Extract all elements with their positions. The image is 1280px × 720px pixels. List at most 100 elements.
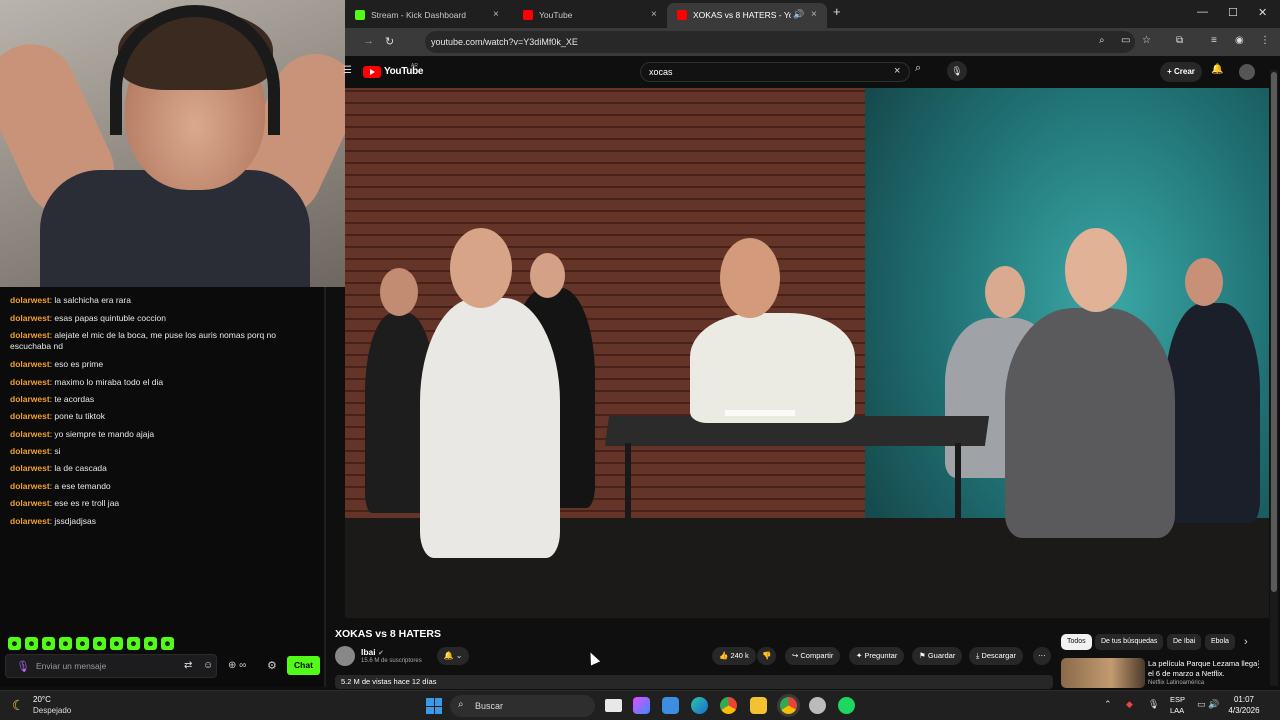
chip-from-ibai[interactable]: De Ibai (1167, 634, 1202, 650)
youtube-logo-icon[interactable] (363, 66, 381, 78)
chat-send-button[interactable]: Chat (287, 656, 320, 675)
chat-username[interactable]: dolarwest (10, 394, 50, 404)
chat-username[interactable]: dolarwest (10, 516, 50, 526)
tab-youtube[interactable]: YouTube × (513, 3, 661, 28)
chrome-active-icon[interactable] (780, 697, 797, 714)
file-explorer-icon[interactable] (750, 697, 767, 714)
maximize-icon[interactable]: ☐ (1228, 6, 1238, 19)
like-button[interactable]: 👍 240 k (712, 647, 756, 665)
video-player[interactable] (345, 88, 1269, 618)
channel-avatar[interactable] (335, 646, 355, 666)
hamburger-icon[interactable]: ☰ (343, 65, 352, 76)
voice-search-icon[interactable]: 🎙 (947, 61, 967, 81)
extensions-icon[interactable]: ⧉ (1176, 35, 1183, 46)
save-button[interactable]: ⚑ Guardar (912, 647, 963, 665)
close-tab-icon[interactable]: × (651, 9, 657, 20)
recommendation-title[interactable]: La película Parque Lezama llega el 6 de … (1148, 659, 1258, 679)
chat-tools-icon[interactable]: ⊕ ∞ (228, 660, 246, 671)
clock-date[interactable]: 4/3/2026 (1220, 706, 1268, 715)
edge-icon[interactable] (691, 697, 708, 714)
chat-username[interactable]: dolarwest (10, 359, 50, 369)
weather-description[interactable]: Despejado (33, 706, 71, 715)
input-language[interactable]: ESP (1170, 695, 1185, 704)
dislike-button[interactable]: 👎 (757, 647, 777, 665)
clock-time[interactable]: 01:07 (1220, 695, 1268, 704)
clear-search-icon[interactable]: × (894, 65, 900, 77)
chat-username[interactable]: dolarwest (10, 411, 50, 421)
chrome-icon[interactable] (720, 697, 737, 714)
spotify-icon[interactable] (838, 697, 855, 714)
gear-icon[interactable]: ⚙ (267, 659, 277, 672)
windows-start-icon[interactable] (426, 698, 442, 714)
emote-icon[interactable]: ☻ (127, 637, 140, 650)
chat-username[interactable]: dolarwest (10, 498, 50, 508)
tray-chevron-up-icon[interactable]: ⌃ (1104, 699, 1112, 710)
url-field[interactable]: youtube.com/watch?v=Y3diMf0k_XE (425, 31, 1135, 53)
chip-all[interactable]: Todos (1061, 634, 1092, 650)
chat-username[interactable]: dolarwest (10, 429, 50, 439)
avatar[interactable] (1239, 64, 1255, 80)
share-button[interactable]: ↪ Compartir (785, 647, 841, 665)
minimize-icon[interactable]: — (1197, 6, 1208, 18)
emoji-icon[interactable]: ☺ (203, 660, 213, 671)
menu-icon[interactable]: ⋮ (1260, 35, 1270, 46)
bookmark-star-icon[interactable]: ☆ (1142, 35, 1151, 46)
audio-playing-icon[interactable]: 🔊 (793, 9, 804, 20)
chat-username[interactable]: dolarwest (10, 313, 50, 323)
copilot-icon[interactable] (633, 697, 650, 714)
channel-name[interactable]: Ibai ✔ (361, 647, 384, 657)
emote-icon[interactable]: ☻ (93, 637, 106, 650)
moon-weather-icon[interactable]: ☾ (12, 697, 25, 714)
taskbar-search[interactable]: ⌕ Buscar (450, 695, 595, 717)
emote-icon[interactable]: ☻ (8, 637, 21, 650)
search-icon[interactable]: ⌕ (915, 62, 921, 75)
search-input[interactable]: xocas × (640, 62, 910, 82)
chat-message-input[interactable]: 🎙 Enviar un mensaje ⇄ ☺ (5, 654, 217, 678)
store-icon[interactable] (662, 697, 679, 714)
chip-from-searches[interactable]: De tus búsquedas (1095, 634, 1164, 650)
microphone-icon[interactable]: 🎙 (16, 660, 30, 673)
emote-icon[interactable]: ☻ (76, 637, 89, 650)
chat-username[interactable]: dolarwest (10, 481, 50, 491)
cast-icon[interactable]: ▭ (1121, 35, 1130, 46)
chat-username[interactable]: dolarwest (10, 446, 50, 456)
close-tab-icon[interactable]: × (811, 9, 817, 20)
create-button[interactable]: + Crear (1160, 62, 1202, 82)
network-volume-icon[interactable]: ▭ 🔊 (1197, 699, 1219, 710)
chevron-right-icon[interactable]: › (1244, 636, 1248, 648)
chat-username[interactable]: dolarwest (10, 463, 50, 473)
translate-icon[interactable]: ⇄ (184, 660, 192, 671)
close-window-icon[interactable]: ✕ (1258, 6, 1267, 19)
zoom-icon[interactable]: ⌕ (1099, 35, 1105, 46)
tab-kick-dashboard[interactable]: Stream - Kick Dashboard × (345, 3, 510, 28)
task-view-icon[interactable] (605, 699, 622, 712)
input-layout[interactable]: LAA (1170, 706, 1184, 715)
emote-icon[interactable]: ☻ (110, 637, 123, 650)
more-vert-icon[interactable]: ⋮ (1254, 659, 1263, 670)
ask-button[interactable]: ✦ Preguntar (849, 647, 905, 665)
tray-app-icon[interactable]: ◆ (1126, 699, 1133, 710)
obs-icon[interactable] (809, 697, 826, 714)
new-tab-icon[interactable]: + (833, 4, 841, 19)
recommendation-thumbnail[interactable] (1061, 658, 1145, 688)
emote-icon[interactable]: ☻ (59, 637, 72, 650)
forward-icon[interactable]: → (363, 35, 374, 47)
subscription-bell-button[interactable]: 🔔 ⌄ (437, 647, 469, 665)
video-description[interactable]: 5.2 M de vistas hace 12 días (335, 675, 1053, 689)
chat-username[interactable]: dolarwest (10, 330, 50, 340)
close-tab-icon[interactable]: × (493, 9, 499, 20)
profile-icon[interactable]: ◉ (1235, 35, 1244, 46)
chat-username[interactable]: dolarwest (10, 377, 50, 387)
scrollbar-thumb[interactable] (1271, 72, 1277, 592)
more-actions-button[interactable]: ⋯ (1033, 647, 1051, 665)
emote-icon[interactable]: ☻ (144, 637, 157, 650)
reading-list-icon[interactable]: ≡ (1211, 35, 1217, 46)
chat-username[interactable]: dolarwest (10, 295, 50, 305)
download-button[interactable]: ⤓ Descargar (969, 647, 1024, 665)
tab-xokas-video[interactable]: XOKAS vs 8 HATERS - YouTu 🔊 × (667, 3, 827, 28)
tray-mic-icon[interactable]: 🎙 (1148, 699, 1159, 710)
weather-temperature[interactable]: 20°C (33, 695, 51, 704)
chip-ebola[interactable]: Ebola (1205, 634, 1235, 650)
notifications-bell-icon[interactable]: 🔔 (1211, 64, 1223, 75)
reload-icon[interactable]: ↻ (385, 35, 394, 48)
